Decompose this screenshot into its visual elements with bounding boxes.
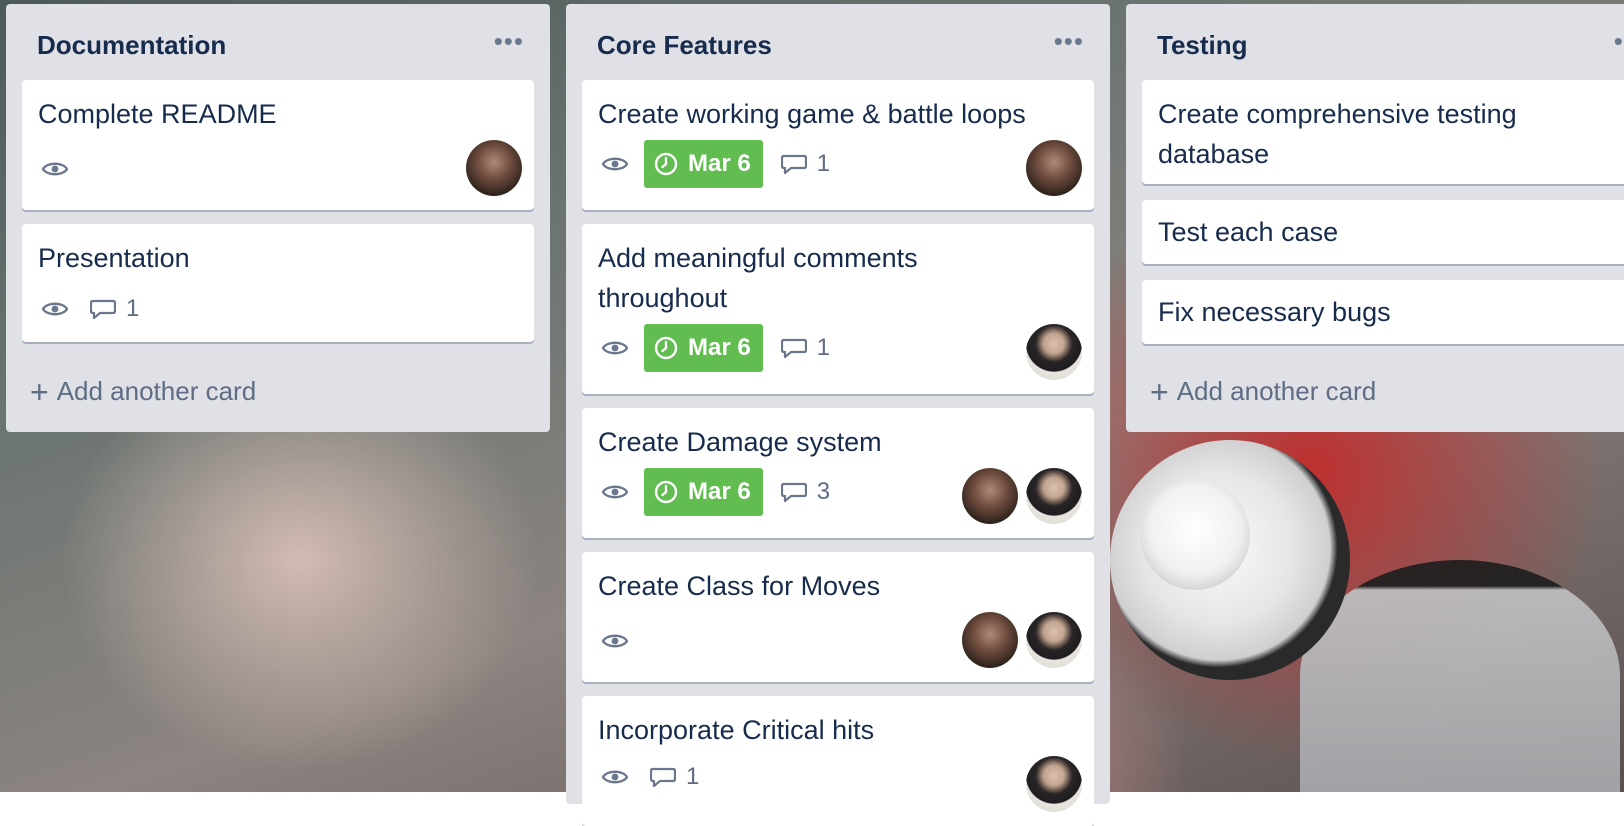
comment-count-value: 3 — [816, 478, 831, 505]
comment-count: 1 — [780, 150, 831, 178]
comment-count: 3 — [780, 478, 831, 506]
background-pokeball-button — [1140, 480, 1250, 590]
card-create-damage-system[interactable]: Create Damage system Mar 6 3 — [582, 408, 1094, 538]
list-header: Core Features ••• — [566, 4, 1110, 80]
card-title: Fix necessary bugs — [1158, 297, 1391, 327]
comment-count: 1 — [650, 763, 699, 791]
clock-icon — [654, 336, 678, 360]
due-date-text: Mar 6 — [688, 478, 751, 505]
eye-icon — [598, 475, 632, 509]
card-badges — [38, 152, 72, 186]
more-icon[interactable]: ••• — [1614, 26, 1624, 57]
avatar[interactable] — [1026, 140, 1082, 196]
card-fix-necessary-bugs[interactable]: Fix necessary bugs — [1142, 280, 1624, 344]
card-badges: Mar 6 1 — [598, 140, 830, 188]
card-title: Create comprehensive testing database — [1158, 99, 1517, 169]
more-icon[interactable]: ••• — [494, 26, 524, 57]
card-create-comprehensive-testing[interactable]: Create comprehensive testing database — [1142, 80, 1624, 184]
comment-icon — [90, 299, 116, 320]
list-header: Documentation ••• — [6, 4, 550, 80]
comment-icon — [650, 767, 676, 788]
comment-count: 1 — [90, 295, 139, 323]
card-title: Incorporate Critical hits — [598, 715, 875, 745]
card-badges: Mar 6 1 — [598, 324, 830, 372]
list-title[interactable]: Testing — [1157, 30, 1248, 61]
comment-count-value: 1 — [816, 334, 831, 361]
card-badges: 1 — [38, 292, 139, 326]
eye-icon — [598, 760, 632, 794]
card-title: Complete README — [38, 99, 277, 129]
clock-icon — [654, 152, 678, 176]
card-test-each-case[interactable]: Test each case — [1142, 200, 1624, 264]
eye-icon — [598, 147, 632, 181]
card-presentation[interactable]: Presentation 1 — [22, 224, 534, 342]
clock-icon — [654, 480, 678, 504]
eye-icon — [38, 152, 72, 186]
background-pokeball-lower — [1300, 560, 1620, 792]
card-title: Test each case — [1158, 217, 1339, 247]
comment-count-value: 1 — [126, 295, 140, 322]
card-badges — [598, 624, 632, 658]
comment-icon — [780, 338, 807, 359]
due-date-badge[interactable]: Mar 6 — [644, 468, 763, 516]
due-date-text: Mar 6 — [688, 334, 751, 361]
card-add-meaningful-comments[interactable]: Add meaningful comments throughout Mar 6… — [582, 224, 1094, 394]
add-card-button[interactable]: + Add another card — [30, 373, 257, 410]
card-title: Add meaningful comments throughout — [598, 243, 918, 313]
avatar[interactable] — [962, 468, 1018, 524]
add-card-label: Add another card — [56, 376, 257, 406]
card-title: Create Damage system — [598, 427, 882, 457]
card-create-working-game[interactable]: Create working game & battle loops Mar 6… — [582, 80, 1094, 210]
card-create-class-for-moves[interactable]: Create Class for Moves — [582, 552, 1094, 682]
list-testing: Testing ••• Create comprehensive testing… — [1126, 4, 1624, 432]
add-card-button[interactable]: + Add another card — [1150, 373, 1377, 410]
card-title: Presentation — [38, 243, 190, 273]
comment-icon — [780, 154, 807, 175]
avatar[interactable] — [1026, 612, 1082, 668]
eye-icon — [38, 292, 72, 326]
plus-icon: + — [30, 373, 49, 410]
card-badges: Mar 6 3 — [598, 468, 830, 516]
card-incorporate-critical-hits[interactable]: Incorporate Critical hits 1 — [582, 696, 1094, 826]
avatar[interactable] — [962, 612, 1018, 668]
plus-icon: + — [1150, 373, 1169, 410]
avatar[interactable] — [466, 140, 522, 196]
comment-count-value: 1 — [816, 150, 831, 177]
due-date-badge[interactable]: Mar 6 — [644, 140, 763, 188]
eye-icon — [598, 624, 632, 658]
avatar[interactable] — [1026, 324, 1082, 380]
due-date-badge[interactable]: Mar 6 — [644, 324, 763, 372]
more-icon[interactable]: ••• — [1054, 26, 1084, 57]
comment-count-value: 1 — [686, 763, 700, 790]
list-header: Testing ••• — [1126, 4, 1624, 80]
comment-icon — [780, 482, 807, 503]
card-title: Create Class for Moves — [598, 571, 881, 601]
comment-count: 1 — [780, 334, 831, 362]
list-title[interactable]: Core Features — [597, 30, 772, 61]
add-card-label: Add another card — [1176, 376, 1377, 406]
avatar[interactable] — [1026, 468, 1082, 524]
card-badges: 1 — [598, 760, 699, 794]
list-documentation: Documentation ••• Complete README Presen… — [6, 4, 550, 432]
list-core-features: Core Features ••• Create working game & … — [566, 4, 1110, 826]
card-complete-readme[interactable]: Complete README — [22, 80, 534, 210]
eye-icon — [598, 331, 632, 365]
list-title[interactable]: Documentation — [37, 30, 226, 61]
avatar[interactable] — [1026, 756, 1082, 812]
card-title: Create working game & battle loops — [598, 99, 1026, 129]
due-date-text: Mar 6 — [688, 150, 751, 177]
